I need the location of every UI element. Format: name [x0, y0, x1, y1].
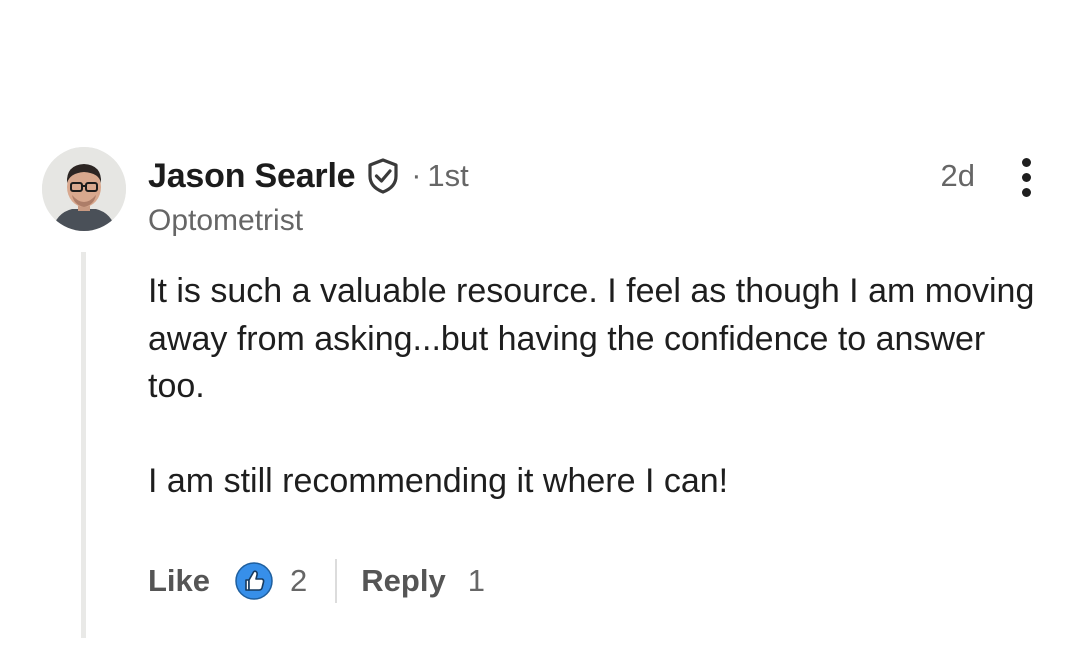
- connection-degree: 1st: [427, 158, 469, 193]
- verified-shield-icon: [365, 157, 401, 195]
- more-options-button[interactable]: [1008, 152, 1044, 202]
- comment-body: It is such a valuable resource. I feel a…: [148, 268, 1048, 505]
- author-headline: Optometrist: [148, 204, 304, 237]
- author-name[interactable]: Jason Searle: [148, 157, 356, 196]
- comment-timestamp: 2d: [940, 158, 975, 193]
- reply-button[interactable]: Reply: [361, 563, 445, 599]
- like-button[interactable]: Like: [148, 563, 210, 599]
- comment-header: Jason Searle · 1st: [148, 152, 469, 200]
- actions-divider: [335, 559, 338, 603]
- comment-actions: Like 2 Reply 1: [148, 558, 485, 604]
- like-count[interactable]: 2: [290, 563, 307, 599]
- person-photo-icon: [42, 147, 126, 231]
- thumbs-up-reaction-icon[interactable]: [234, 561, 274, 601]
- comment-paragraph: I am still recommending it where I can!: [148, 461, 729, 500]
- thread-line: [81, 252, 86, 638]
- degree-separator: ·: [411, 159, 422, 192]
- comment-paragraph: It is such a valuable resource. I feel a…: [148, 272, 1035, 405]
- more-vertical-icon: [1021, 157, 1031, 167]
- avatar[interactable]: [42, 147, 126, 231]
- reply-count[interactable]: 1: [468, 563, 485, 599]
